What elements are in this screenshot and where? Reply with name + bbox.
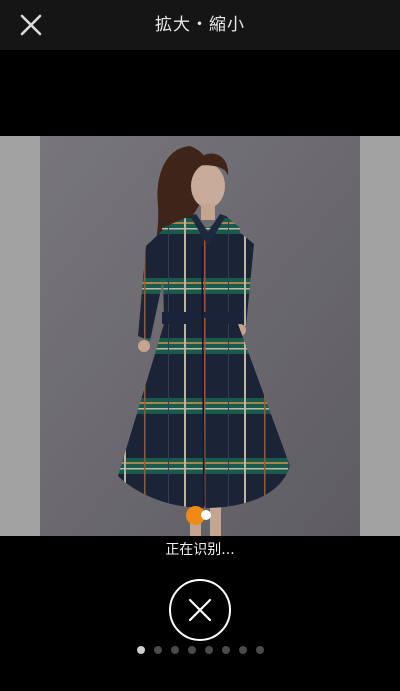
page-dot[interactable]: [170, 646, 179, 654]
photo-stage: [0, 136, 400, 536]
page-dot[interactable]: [187, 646, 196, 654]
page-dot[interactable]: [204, 646, 213, 654]
photo-dim-overlay: [0, 136, 400, 536]
cancel-recognition-button[interactable]: [169, 579, 231, 641]
page-dot[interactable]: [221, 646, 230, 654]
recognition-status-text: 正在识别...: [165, 542, 235, 558]
scanning-indicator: [184, 505, 214, 527]
top-bar: 拡大・縮小: [0, 0, 400, 50]
page-dot[interactable]: [153, 646, 162, 654]
page-dot-active[interactable]: [136, 646, 145, 654]
page-dot[interactable]: [238, 646, 247, 654]
page-title: 拡大・縮小: [155, 15, 245, 35]
pagination-dots: [0, 646, 400, 654]
scan-dot-white: [201, 510, 211, 520]
close-icon: [188, 598, 212, 622]
page-dot[interactable]: [255, 646, 264, 654]
